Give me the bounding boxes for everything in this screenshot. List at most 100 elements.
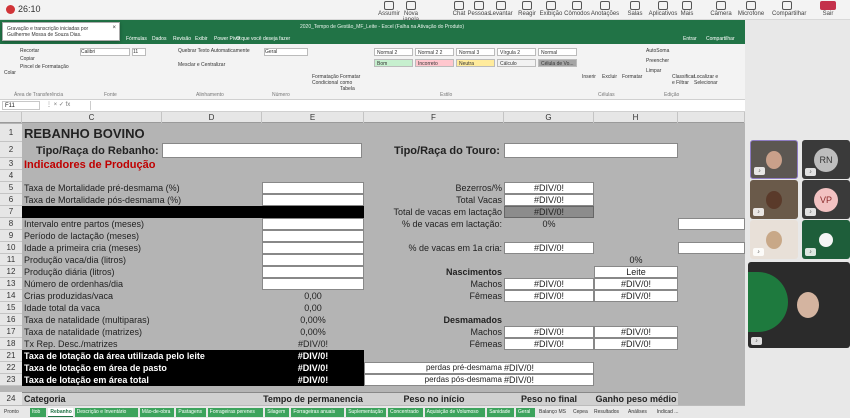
bezerros-label[interactable]: Bezerros/% bbox=[364, 182, 502, 194]
cell-style-9[interactable]: Célula de Vo... bbox=[538, 59, 577, 67]
ordenhas-label[interactable]: Número de ordenhas/dia bbox=[24, 278, 260, 290]
column-header-e[interactable]: E bbox=[262, 112, 364, 123]
input-cell-e4[interactable] bbox=[262, 242, 364, 254]
row-header-16[interactable]: 16 bbox=[0, 314, 22, 326]
toolbar-button-11[interactable]: Mais bbox=[672, 1, 702, 17]
participant-tile-vp[interactable]: VP ♪ bbox=[802, 180, 850, 219]
input-cell-e5[interactable] bbox=[262, 254, 364, 266]
cell-style-3[interactable]: Vírgula 2 bbox=[497, 48, 536, 56]
wrap-text-button[interactable]: Quebrar Texto Automaticamente bbox=[178, 48, 250, 54]
sign-in-link[interactable]: Entrar bbox=[683, 36, 697, 42]
column-header-c[interactable]: C bbox=[22, 112, 162, 123]
cell-style-1[interactable]: Normal 2 2 bbox=[415, 48, 454, 56]
font-size-select[interactable]: 11 bbox=[132, 48, 146, 56]
header-peso-inicio[interactable]: Peso no início bbox=[364, 393, 504, 405]
crias-label[interactable]: Crias produzidas/vaca bbox=[24, 290, 260, 302]
select-all-corner[interactable] bbox=[0, 112, 22, 123]
column-header-g[interactable]: G bbox=[504, 112, 594, 123]
sort-filter-button[interactable]: Classificar e Filtrar bbox=[672, 74, 696, 86]
row-header-3[interactable]: 3 bbox=[0, 158, 22, 170]
row-header-22[interactable]: 22 bbox=[0, 362, 22, 374]
natalidade-matr-label[interactable]: Taxa de natalidade (matrizes) bbox=[24, 326, 260, 338]
toolbar-button-12[interactable]: Câmera bbox=[706, 1, 736, 17]
pct-1a-cria-label[interactable]: % de vacas em 1a cria: bbox=[364, 242, 502, 254]
dmachos-label[interactable]: Machos bbox=[364, 326, 502, 338]
input-cell-e7[interactable] bbox=[262, 278, 364, 290]
participant-video-tile[interactable]: ♪ bbox=[750, 180, 798, 219]
column-header-h[interactable]: H bbox=[594, 112, 678, 123]
insert-cells-button[interactable]: Inserir bbox=[582, 74, 596, 80]
sheet-tab[interactable]: Mão-de-obra bbox=[139, 408, 175, 417]
tipo-rebanho-input[interactable] bbox=[162, 143, 362, 158]
row-header-6[interactable]: 6 bbox=[0, 194, 22, 206]
column-header-d[interactable]: D bbox=[162, 112, 262, 123]
cell-style-0[interactable]: Normal 2 bbox=[374, 48, 413, 56]
mort-pos-label[interactable]: Taxa de Mortalidade pós-desmama (%) bbox=[24, 194, 260, 206]
nascimentos-heading[interactable]: Nascimentos bbox=[364, 266, 502, 278]
row-header-4[interactable]: 4 bbox=[0, 170, 22, 182]
participant-video-tile[interactable]: ♪ bbox=[750, 220, 798, 259]
input-cell-e6[interactable] bbox=[262, 266, 364, 278]
delete-cells-button[interactable]: Excluir bbox=[602, 74, 617, 80]
sheet-tab[interactable]: Indicad ... bbox=[654, 408, 690, 417]
spreadsheet-grid[interactable]: CDEFGH 1 2 3 4 5 6 7 8 9 10 11 12 13 14 15 16 17 18 21 22 23… bbox=[0, 112, 745, 405]
sheet-tab[interactable]: Silagem bbox=[265, 408, 290, 417]
conditional-format-button[interactable]: Formatação Condicional bbox=[312, 74, 339, 86]
lactacao-label[interactable]: Período de lactação (meses) bbox=[24, 230, 260, 242]
sheet-tab[interactable]: Itob bbox=[30, 408, 47, 417]
sheet-tab[interactable]: Pastagens bbox=[176, 408, 206, 417]
toolbar-button-8[interactable]: Anotações bbox=[590, 1, 620, 17]
cut-button[interactable]: Recortar bbox=[20, 48, 39, 54]
dfemeas-label[interactable]: Fêmeas bbox=[364, 338, 502, 350]
perdas-pos-label[interactable]: perdas pós-desmama bbox=[364, 374, 502, 386]
prod-vaca-label[interactable]: Produção vaca/dia (litros) bbox=[24, 254, 260, 266]
header-ganho[interactable]: Ganho peso médio bbox=[594, 393, 678, 405]
tx-rep-label[interactable]: Tx Rep. Desc./matrizes bbox=[24, 338, 260, 350]
tipo-touro-label[interactable]: Tipo/Raça do Touro: bbox=[394, 144, 504, 158]
copy-button[interactable]: Copiar bbox=[20, 56, 35, 62]
cell-style-2[interactable]: Normal 3 bbox=[456, 48, 495, 56]
header-peso-final[interactable]: Peso no final bbox=[504, 393, 594, 405]
row-header-5[interactable]: 5 bbox=[0, 182, 22, 194]
participant-speaker-tile[interactable]: ♪ bbox=[748, 262, 850, 348]
desmamados-heading[interactable]: Desmamados bbox=[364, 314, 502, 326]
row-header-9[interactable]: 9 bbox=[0, 230, 22, 242]
row-header-11[interactable]: 11 bbox=[0, 254, 22, 266]
row-header-12[interactable]: 12 bbox=[0, 266, 22, 278]
leave-button[interactable]: Sair bbox=[812, 1, 844, 17]
cell-style-8[interactable]: Cálculo bbox=[497, 59, 536, 67]
cell-style-7[interactable]: Neutra bbox=[456, 59, 495, 67]
formula-input[interactable] bbox=[90, 101, 740, 110]
row-header-1[interactable]: 1 bbox=[0, 124, 22, 142]
toolbar-button-14[interactable]: Compartilhar bbox=[772, 1, 806, 17]
number-format-select[interactable]: Geral bbox=[264, 48, 308, 56]
input-cell-e3[interactable] bbox=[262, 230, 364, 242]
tipo-touro-input[interactable] bbox=[504, 143, 678, 158]
row-header-13[interactable]: 13 bbox=[0, 278, 22, 290]
sheet-tab[interactable]: Resultados bbox=[592, 408, 624, 417]
row-header-2[interactable]: 2 bbox=[0, 142, 22, 158]
ribbon-tab[interactable]: Exibir bbox=[195, 36, 208, 42]
cell-style-6[interactable]: Incorreto bbox=[415, 59, 454, 67]
ribbon-tab[interactable]: Fórmulas bbox=[126, 36, 147, 42]
ribbon-tab[interactable]: Power Pivot bbox=[214, 36, 241, 42]
indicadores-heading[interactable]: Indicadores de Produção bbox=[24, 159, 224, 171]
sheet-tab[interactable]: Forrageiras perenes bbox=[207, 408, 264, 417]
ribbon-tab[interactable]: Revisão bbox=[173, 36, 191, 42]
sheet-tab[interactable]: Suplementação bbox=[346, 408, 386, 417]
sheet-title[interactable]: REBANHO BOVINO bbox=[24, 126, 324, 142]
column-header-f[interactable]: F bbox=[364, 112, 504, 123]
share-button[interactable]: Compartilhar bbox=[706, 36, 735, 42]
participant-tile-rn[interactable]: RN ♪ bbox=[802, 140, 850, 179]
prod-diaria-label[interactable]: Produção diária (litros) bbox=[24, 266, 260, 278]
input-cell-e1[interactable] bbox=[262, 194, 364, 206]
total-vacas-label[interactable]: Total Vacas bbox=[364, 194, 502, 206]
cell-style-5[interactable]: Bom bbox=[374, 59, 413, 67]
femeas-label[interactable]: Fêmeas bbox=[364, 290, 502, 302]
toolbar-button-7[interactable]: Cômodos bbox=[562, 1, 592, 17]
search-hint[interactable]: O que você deseja fazer bbox=[236, 36, 290, 42]
participant-video-tile[interactable]: ♪ bbox=[750, 140, 798, 179]
sheet-tab[interactable]: Aquisição de Volumoso bbox=[424, 408, 486, 417]
idade-total-label[interactable]: Idade total da vaca bbox=[24, 302, 260, 314]
input-cell-e2[interactable] bbox=[262, 218, 364, 230]
